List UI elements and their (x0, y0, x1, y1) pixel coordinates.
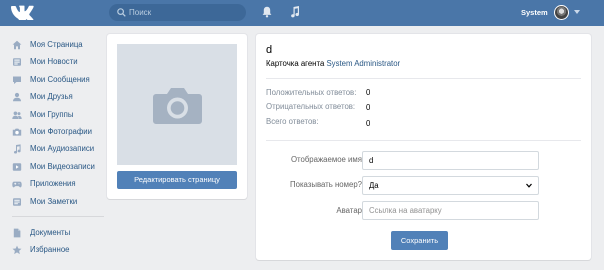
avatar-url-input[interactable]: Ссылка на аватарку (362, 201, 539, 220)
sidebar-item-groups[interactable]: Мои Группы (12, 106, 106, 123)
page-title: d (266, 44, 273, 56)
video-icon (12, 162, 22, 171)
sidebar-item-apps[interactable]: Приложения (12, 175, 106, 192)
save-button[interactable]: Сохранить (391, 231, 448, 250)
sidebar-divider (12, 215, 104, 217)
agent-link[interactable]: System Administrator (326, 59, 400, 68)
gamepad-icon (12, 181, 22, 188)
notes-icon (13, 197, 21, 206)
home-icon (12, 40, 22, 50)
stat-label-negative: Отрицательных ответов: (266, 102, 356, 111)
show-number-select[interactable]: Да (362, 176, 539, 195)
agent-card-prefix: Карточка агента (266, 59, 325, 68)
document-icon (13, 228, 21, 238)
top-header: Поиск System (0, 0, 604, 26)
divider (266, 78, 581, 79)
sidebar-item-documents[interactable]: Документы (12, 224, 106, 241)
messages-icon (13, 76, 21, 84)
news-icon (13, 58, 21, 67)
agent-card: d Карточка агента System Administrator П… (256, 34, 591, 260)
show-number-value: Да (369, 181, 379, 190)
agent-card-line: Карточка агента System Administrator (266, 59, 400, 69)
search-input[interactable]: Поиск (109, 4, 246, 21)
group-icon (12, 111, 22, 119)
profile-photo-placeholder[interactable] (117, 44, 237, 165)
avatar-label: Аватар (336, 206, 362, 215)
music-icon (14, 144, 21, 154)
show-number-label: Показывать номер? (290, 180, 362, 189)
chevron-down-icon (526, 183, 532, 188)
sidebar-item-news[interactable]: Мои Новости (12, 53, 106, 70)
username[interactable]: System (521, 8, 548, 18)
stat-value-positive: 0 (366, 88, 371, 97)
sidebar-item-my-page[interactable]: Моя Страница (12, 36, 106, 53)
vk-logo-icon[interactable] (10, 5, 35, 20)
bell-icon[interactable] (262, 6, 272, 18)
friend-icon (13, 93, 21, 102)
display-name-label: Отображаемое имя (290, 155, 362, 164)
camera-icon (153, 88, 202, 124)
sidebar-item-messages[interactable]: Мои Сообщения (12, 71, 106, 88)
sidebar: Моя Страница Мои Новости Мои Сообщения М… (12, 36, 106, 259)
search-placeholder: Поиск (129, 8, 152, 17)
stat-value-total: 0 (366, 119, 371, 128)
sidebar-item-photos[interactable]: Мои Фотографии (12, 123, 106, 140)
chevron-down-icon[interactable] (574, 10, 580, 14)
divider (266, 140, 581, 141)
sidebar-item-favorites[interactable]: Избранное (12, 241, 106, 258)
camera-icon (12, 128, 22, 136)
edit-page-button[interactable]: Редактировать страницу (117, 171, 237, 189)
avatar[interactable] (554, 5, 569, 20)
display-name-field[interactable]: d (362, 151, 539, 170)
stat-label-positive: Положительных ответов: (266, 88, 357, 97)
sidebar-item-notes[interactable]: Мои Заметки (12, 193, 106, 210)
search-icon (117, 8, 126, 17)
music-note-icon[interactable] (290, 6, 300, 18)
stat-label-total: Всего ответов: (266, 117, 319, 126)
star-icon (12, 245, 22, 255)
sidebar-item-videos[interactable]: Мои Видеозаписи (12, 158, 106, 175)
sidebar-item-friends[interactable]: Мои Друзья (12, 88, 106, 105)
stat-value-negative: 0 (366, 103, 371, 112)
sidebar-item-audio[interactable]: Мои Аудиозаписи (12, 140, 106, 157)
profile-photo-card: Редактировать страницу (107, 34, 247, 199)
